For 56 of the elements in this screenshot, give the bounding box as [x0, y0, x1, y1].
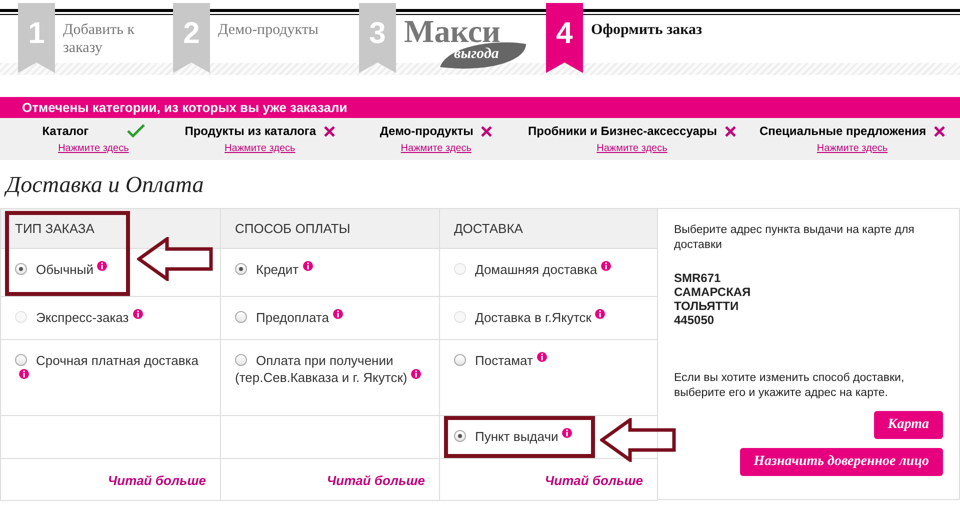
radio-button[interactable]: [235, 354, 247, 366]
info-icon[interactable]: [97, 261, 108, 271]
address-line: ТОЛЬЯТТИ: [674, 299, 740, 313]
radio-button[interactable]: [15, 263, 27, 275]
info-icon[interactable]: [19, 369, 29, 379]
section-heading: Доставка и Оплата: [6, 172, 205, 199]
category-name: Каталог: [42, 124, 89, 138]
panel-note: Если вы хотите изменить способ доставки, выберите его и укажите адрес на карте.: [674, 371, 906, 401]
info-icon[interactable]: [332, 309, 343, 319]
read-more-link[interactable]: Читай больше: [544, 473, 643, 488]
panel-intro: Выберите адрес пункта выдачи на карте для доставки: [674, 223, 916, 253]
info-icon[interactable]: [536, 352, 547, 362]
radio-option[interactable]: Оплата при получении (тер.Сев.Кавказа и г. Якутск): [235, 352, 425, 386]
notice-banner: Отмечены категории, из которых вы уже заказали: [0, 97, 960, 118]
arrow-icon: [137, 237, 213, 281]
step-label[interactable]: Добавить к заказу: [63, 21, 173, 57]
radio-option[interactable]: Предоплата: [235, 309, 425, 326]
address-line: САМАРСКАЯ: [674, 285, 752, 299]
step-label[interactable]: Демо-продукты: [218, 21, 348, 39]
category-name: Продукты из каталога: [184, 124, 316, 138]
column-title: СПОСОБ ОПЛАТЫ: [235, 221, 350, 236]
address-line: 445050: [674, 313, 716, 327]
radio-button[interactable]: [235, 311, 247, 323]
arrow-icon: [600, 418, 676, 462]
radio-option[interactable]: Постамат: [454, 352, 643, 369]
column-title: ДОСТАВКА: [454, 221, 523, 236]
radio-option[interactable]: Срочная платная доставка: [15, 352, 206, 386]
category-link[interactable]: Нажмите здесь: [58, 143, 129, 154]
panel-button[interactable]: Карта: [874, 411, 943, 439]
radio-button[interactable]: [235, 263, 247, 275]
radio-button[interactable]: [15, 354, 27, 366]
info-icon[interactable]: [562, 428, 572, 438]
info-icon[interactable]: [132, 309, 143, 319]
info-icon[interactable]: [411, 369, 422, 379]
radio-button[interactable]: [454, 354, 466, 366]
category-link[interactable]: Нажмите здесь: [224, 143, 296, 154]
radio-option[interactable]: Кредит: [235, 261, 425, 278]
column-title: ТИП ЗАКАЗА: [15, 221, 94, 236]
category-link[interactable]: Нажмите здесь: [816, 143, 888, 154]
step-number[interactable]: 4: [546, 3, 583, 73]
info-icon[interactable]: [595, 309, 606, 319]
radio-option[interactable]: Обычный: [15, 261, 206, 278]
radio-button[interactable]: [454, 430, 466, 442]
info-icon[interactable]: [601, 261, 612, 271]
category-name: Специальные предложения: [759, 124, 926, 138]
category-link[interactable]: Нажмите здесь: [596, 143, 668, 154]
panel-button[interactable]: Назначить доверенное лицо: [740, 448, 943, 476]
info-icon[interactable]: [302, 261, 313, 271]
radio-option[interactable]: Пункт выдачи: [454, 428, 643, 445]
category-name: Пробники и Бизнес-аксессуары: [528, 124, 717, 138]
read-more-link[interactable]: Читай больше: [108, 473, 206, 488]
read-more-link[interactable]: Читай больше: [326, 473, 425, 488]
step-label[interactable]: Оформить заказ: [591, 21, 721, 39]
address-line: SMR671: [674, 271, 722, 285]
category-name: Демо-продукты: [380, 124, 474, 138]
category-link[interactable]: Нажмите здесь: [400, 143, 472, 154]
